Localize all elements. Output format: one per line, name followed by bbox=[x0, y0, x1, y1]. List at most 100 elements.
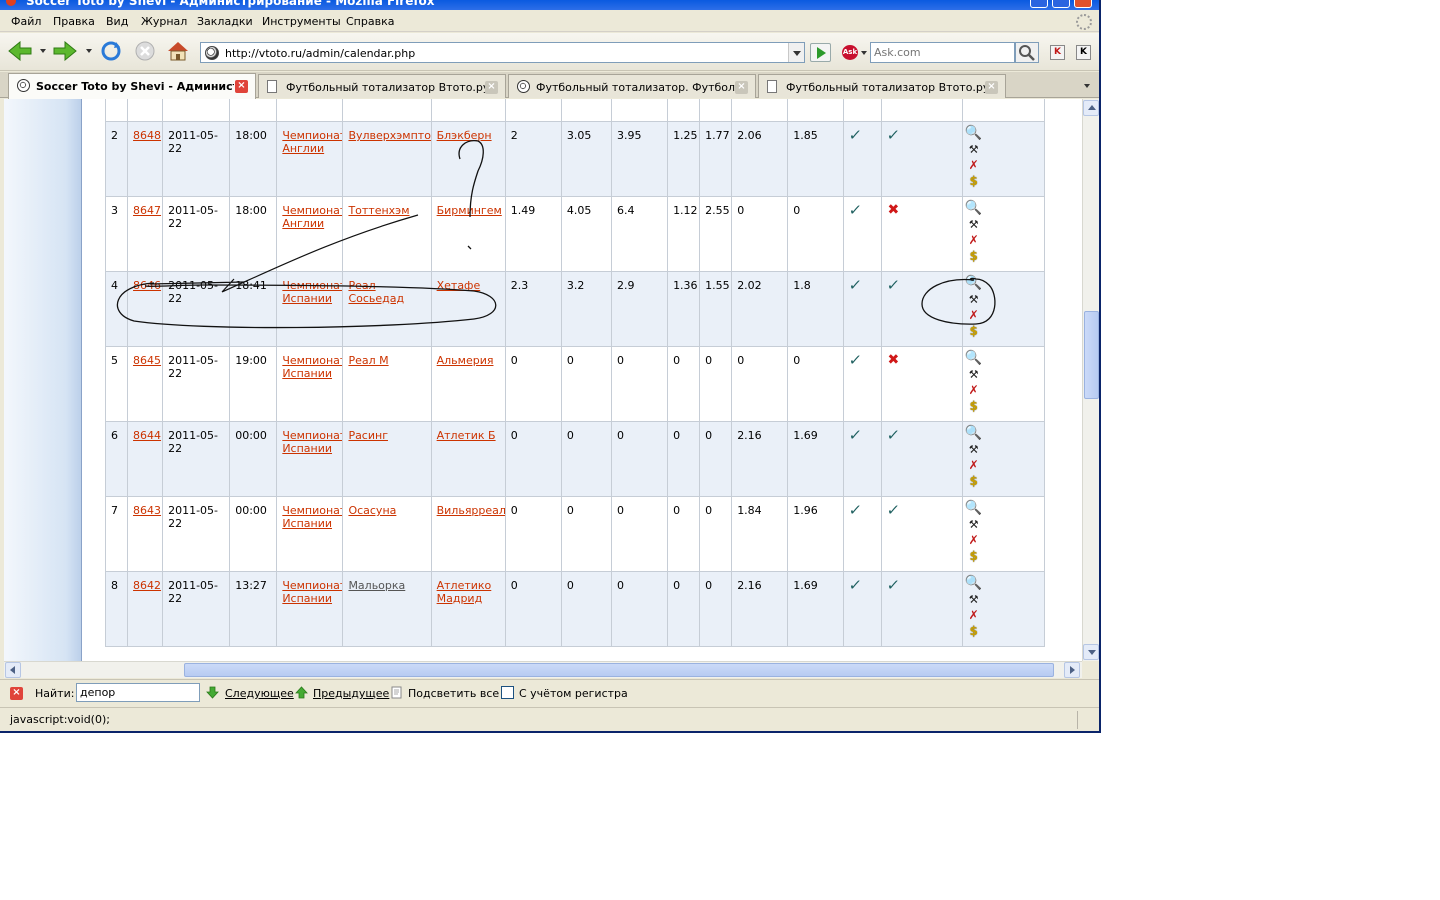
dollar-icon[interactable]: $ bbox=[965, 249, 983, 265]
checkmark-icon[interactable]: ✓ bbox=[848, 576, 863, 594]
minimize-button[interactable] bbox=[1030, 0, 1048, 8]
league-link[interactable]: Чемпионат Англии bbox=[282, 204, 342, 230]
url-history-dropdown[interactable] bbox=[788, 43, 804, 62]
menu-file[interactable]: Файл bbox=[11, 15, 41, 28]
delete-fix-icon[interactable]: ✗ bbox=[965, 158, 983, 174]
magnifier-icon[interactable]: 🔍 bbox=[965, 576, 983, 592]
hammer-edit-icon[interactable]: ⚒ bbox=[965, 142, 983, 158]
checkmark-icon[interactable]: ✓ bbox=[886, 126, 901, 144]
checkmark-icon[interactable]: ✓ bbox=[886, 426, 901, 444]
reload-button[interactable] bbox=[99, 41, 123, 61]
match-id-link[interactable]: 8643 bbox=[133, 504, 161, 517]
dollar-icon[interactable]: $ bbox=[965, 624, 983, 640]
hammer-edit-icon[interactable]: ⚒ bbox=[965, 292, 983, 308]
match-id-link[interactable]: 8648 bbox=[133, 129, 161, 142]
red-cross-icon[interactable]: ✖ bbox=[887, 352, 899, 368]
scroll-right-button[interactable] bbox=[1064, 662, 1080, 678]
horizontal-scroll-thumb[interactable] bbox=[184, 663, 1054, 677]
league-link[interactable]: Чемпионат Испании bbox=[282, 579, 342, 605]
search-input[interactable] bbox=[871, 43, 1011, 62]
magnifier-icon[interactable]: 🔍 bbox=[965, 201, 983, 217]
menu-tools[interactable]: Инструменты bbox=[262, 15, 341, 28]
vertical-scroll-thumb[interactable] bbox=[1084, 311, 1099, 399]
checkmark-icon[interactable]: ✓ bbox=[848, 126, 863, 144]
hammer-edit-icon[interactable]: ⚒ bbox=[965, 517, 983, 533]
league-link[interactable]: Чемпионат Испании bbox=[282, 279, 342, 305]
hammer-edit-icon[interactable]: ⚒ bbox=[965, 217, 983, 233]
close-window-button[interactable] bbox=[1074, 0, 1092, 8]
home-team-link[interactable]: Вулверхэмптон bbox=[348, 129, 430, 142]
league-link[interactable]: Чемпионат Испании bbox=[282, 354, 342, 380]
red-cross-icon[interactable]: ✖ bbox=[887, 202, 899, 218]
away-team-link[interactable]: Альмерия bbox=[437, 354, 494, 367]
menu-view[interactable]: Вид bbox=[106, 15, 128, 28]
magnifier-icon[interactable]: 🔍 bbox=[965, 351, 983, 367]
url-text[interactable]: http://vtoto.ru/admin/calendar.php bbox=[225, 47, 415, 60]
hammer-edit-icon[interactable]: ⚒ bbox=[965, 367, 983, 383]
dollar-icon[interactable]: $ bbox=[965, 174, 983, 190]
dollar-icon[interactable]: $ bbox=[965, 474, 983, 490]
tab-soccer-toto-admin[interactable]: Soccer Toto by Shevi - Админист... × bbox=[8, 73, 256, 99]
away-team-link[interactable]: Бирмингем bbox=[437, 204, 502, 217]
all-tabs-dropdown[interactable] bbox=[1078, 76, 1096, 94]
home-team-link[interactable]: Мальорка bbox=[348, 579, 405, 592]
tab-vtoto-football[interactable]: Футбольный тотализатор. Футбол ... × bbox=[508, 74, 756, 98]
menu-help[interactable]: Справка bbox=[346, 15, 394, 28]
home-team-link[interactable]: Расинг bbox=[348, 429, 388, 442]
addon-k-button[interactable]: K bbox=[1050, 45, 1065, 60]
match-id-link[interactable]: 8644 bbox=[133, 429, 161, 442]
close-tab-icon[interactable]: × bbox=[235, 80, 248, 93]
home-team-link[interactable]: Реал Сосьедад bbox=[348, 279, 404, 305]
home-team-link[interactable]: Реал М bbox=[348, 354, 388, 367]
delete-fix-icon[interactable]: ✗ bbox=[965, 458, 983, 474]
match-case-checkbox[interactable] bbox=[501, 686, 514, 699]
home-team-link[interactable]: Тоттенхэм bbox=[348, 204, 409, 217]
magnifier-icon[interactable]: 🔍 bbox=[965, 501, 983, 517]
horizontal-scrollbar[interactable] bbox=[4, 661, 1082, 678]
search-box[interactable] bbox=[870, 42, 1015, 63]
magnifier-icon[interactable]: 🔍 bbox=[965, 276, 983, 292]
forward-history-dropdown[interactable] bbox=[86, 49, 92, 53]
magnifier-icon[interactable]: 🔍 bbox=[965, 426, 983, 442]
go-button[interactable] bbox=[810, 43, 831, 62]
match-id-link[interactable]: 8647 bbox=[133, 204, 161, 217]
dollar-icon[interactable]: $ bbox=[965, 549, 983, 565]
match-id-link[interactable]: 8642 bbox=[133, 579, 161, 592]
delete-fix-icon[interactable]: ✗ bbox=[965, 533, 983, 549]
highlight-all-button[interactable]: Подсветить все bbox=[408, 687, 499, 700]
back-button[interactable] bbox=[8, 40, 32, 62]
checkmark-icon[interactable]: ✓ bbox=[848, 276, 863, 294]
stop-button[interactable] bbox=[133, 41, 157, 61]
find-input[interactable] bbox=[76, 683, 200, 702]
checkmark-icon[interactable]: ✓ bbox=[886, 576, 901, 594]
menu-bookmarks[interactable]: Закладки bbox=[197, 15, 253, 28]
search-engine-selector[interactable]: Ask bbox=[840, 43, 870, 62]
hammer-edit-icon[interactable]: ⚒ bbox=[965, 592, 983, 608]
checkmark-icon[interactable]: ✓ bbox=[848, 351, 863, 369]
find-previous-button[interactable]: Предыдущее bbox=[313, 687, 389, 700]
dollar-icon[interactable]: $ bbox=[965, 399, 983, 415]
away-team-link[interactable]: Атлетик Б bbox=[437, 429, 496, 442]
close-tab-icon[interactable]: × bbox=[735, 81, 748, 94]
close-tab-icon[interactable]: × bbox=[485, 81, 498, 94]
delete-fix-icon[interactable]: ✗ bbox=[965, 608, 983, 624]
back-history-dropdown[interactable] bbox=[40, 49, 46, 53]
league-link[interactable]: Чемпионат Испании bbox=[282, 504, 342, 530]
delete-fix-icon[interactable]: ✗ bbox=[965, 233, 983, 249]
match-case-label[interactable]: С учётом регистра bbox=[519, 687, 628, 700]
away-team-link[interactable]: Вильярреал bbox=[437, 504, 505, 517]
scroll-up-button[interactable] bbox=[1083, 100, 1099, 116]
hammer-edit-icon[interactable]: ⚒ bbox=[965, 442, 983, 458]
address-bar[interactable]: http://vtoto.ru/admin/calendar.php bbox=[200, 42, 805, 63]
away-team-link[interactable]: Блэкберн bbox=[437, 129, 492, 142]
tab-vtoto-2[interactable]: Футбольный тотализатор Втото.ру ... × bbox=[758, 74, 1006, 98]
away-team-link[interactable]: Хетафе bbox=[437, 279, 481, 292]
find-next-button[interactable]: Следующее bbox=[225, 687, 294, 700]
menu-history[interactable]: Журнал bbox=[141, 15, 187, 28]
league-link[interactable]: Чемпионат Англии bbox=[282, 129, 342, 155]
magnifier-icon[interactable]: 🔍 bbox=[965, 126, 983, 142]
dollar-icon[interactable]: $ bbox=[965, 324, 983, 340]
menu-edit[interactable]: Правка bbox=[53, 15, 95, 28]
checkmark-icon[interactable]: ✓ bbox=[848, 426, 863, 444]
maximize-button[interactable] bbox=[1052, 0, 1070, 8]
